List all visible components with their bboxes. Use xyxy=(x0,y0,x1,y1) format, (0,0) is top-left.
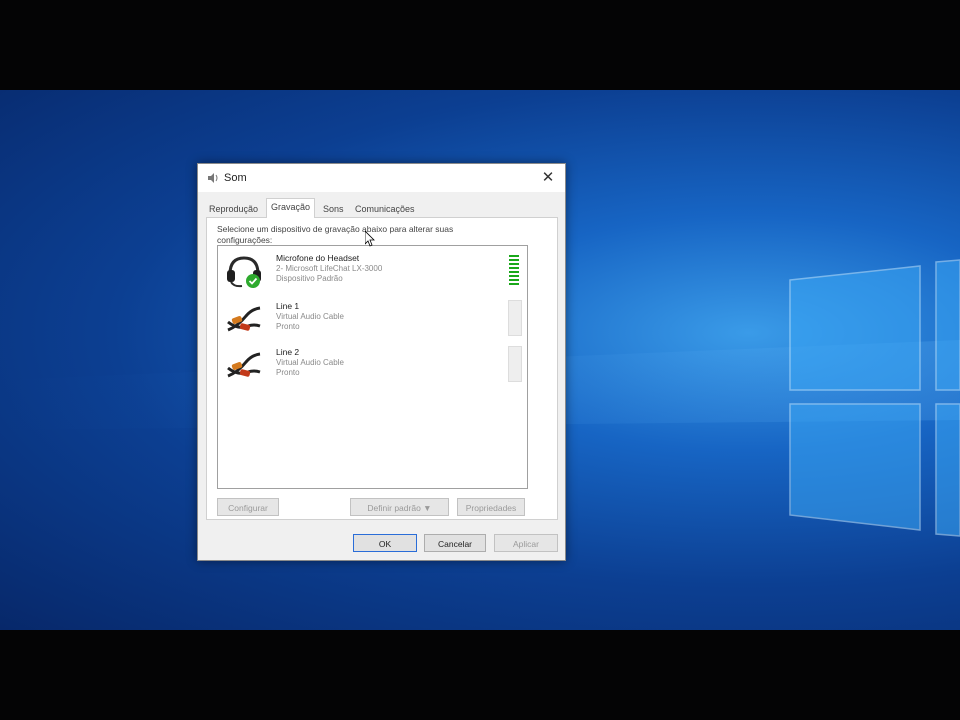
device-status: Dispositivo Padrão xyxy=(276,274,343,283)
video-letterbox-top xyxy=(0,0,960,90)
device-name: Line 2 xyxy=(276,347,300,357)
device-status: Pronto xyxy=(276,322,300,331)
video-letterbox-bottom xyxy=(0,630,960,720)
list-item[interactable]: Line 2 Virtual Audio Cable Pronto xyxy=(222,344,522,386)
level-meter xyxy=(508,346,522,382)
list-item[interactable]: Microfone do Headset 2- Microsoft LifeCh… xyxy=(222,250,522,292)
configure-button[interactable]: Configurar xyxy=(217,498,279,516)
recording-device-list[interactable]: Microfone do Headset 2- Microsoft LifeCh… xyxy=(217,245,528,489)
speaker-icon xyxy=(208,173,218,183)
tab-sounds[interactable]: Sons xyxy=(318,200,349,218)
cable-icon xyxy=(227,306,261,332)
headset-icon xyxy=(227,256,261,288)
mouse-cursor-icon xyxy=(365,231,375,247)
ok-button[interactable]: OK xyxy=(353,534,417,552)
tab-recording[interactable]: Gravação xyxy=(266,198,316,218)
device-status: Pronto xyxy=(276,368,300,377)
window-title: Som xyxy=(224,172,247,184)
device-detail: Virtual Audio Cable xyxy=(276,358,344,367)
close-button[interactable]: ✕ xyxy=(539,169,557,187)
device-name: Microfone do Headset xyxy=(276,253,360,263)
level-meter xyxy=(508,300,522,336)
level-meter xyxy=(508,254,520,288)
device-name: Line 1 xyxy=(276,301,300,311)
device-detail: 2- Microsoft LifeChat LX-3000 xyxy=(276,264,383,273)
cable-icon xyxy=(227,352,261,378)
apply-button[interactable]: Aplicar xyxy=(494,534,558,552)
instruction-text: Selecione um dispositivo de gravação aba… xyxy=(217,224,454,245)
cancel-button[interactable]: Cancelar xyxy=(424,534,486,552)
properties-button[interactable]: Propriedades xyxy=(457,498,525,516)
device-detail: Virtual Audio Cable xyxy=(276,312,344,321)
set-default-button[interactable]: Definir padrão ▼ xyxy=(350,498,449,516)
title-bar[interactable]: Som ✕ xyxy=(198,164,565,192)
tab-communications[interactable]: Comunicações xyxy=(350,200,420,218)
tab-playback[interactable]: Reprodução xyxy=(204,200,263,218)
default-check-icon xyxy=(246,274,260,288)
list-item[interactable]: Line 1 Virtual Audio Cable Pronto xyxy=(222,298,522,340)
